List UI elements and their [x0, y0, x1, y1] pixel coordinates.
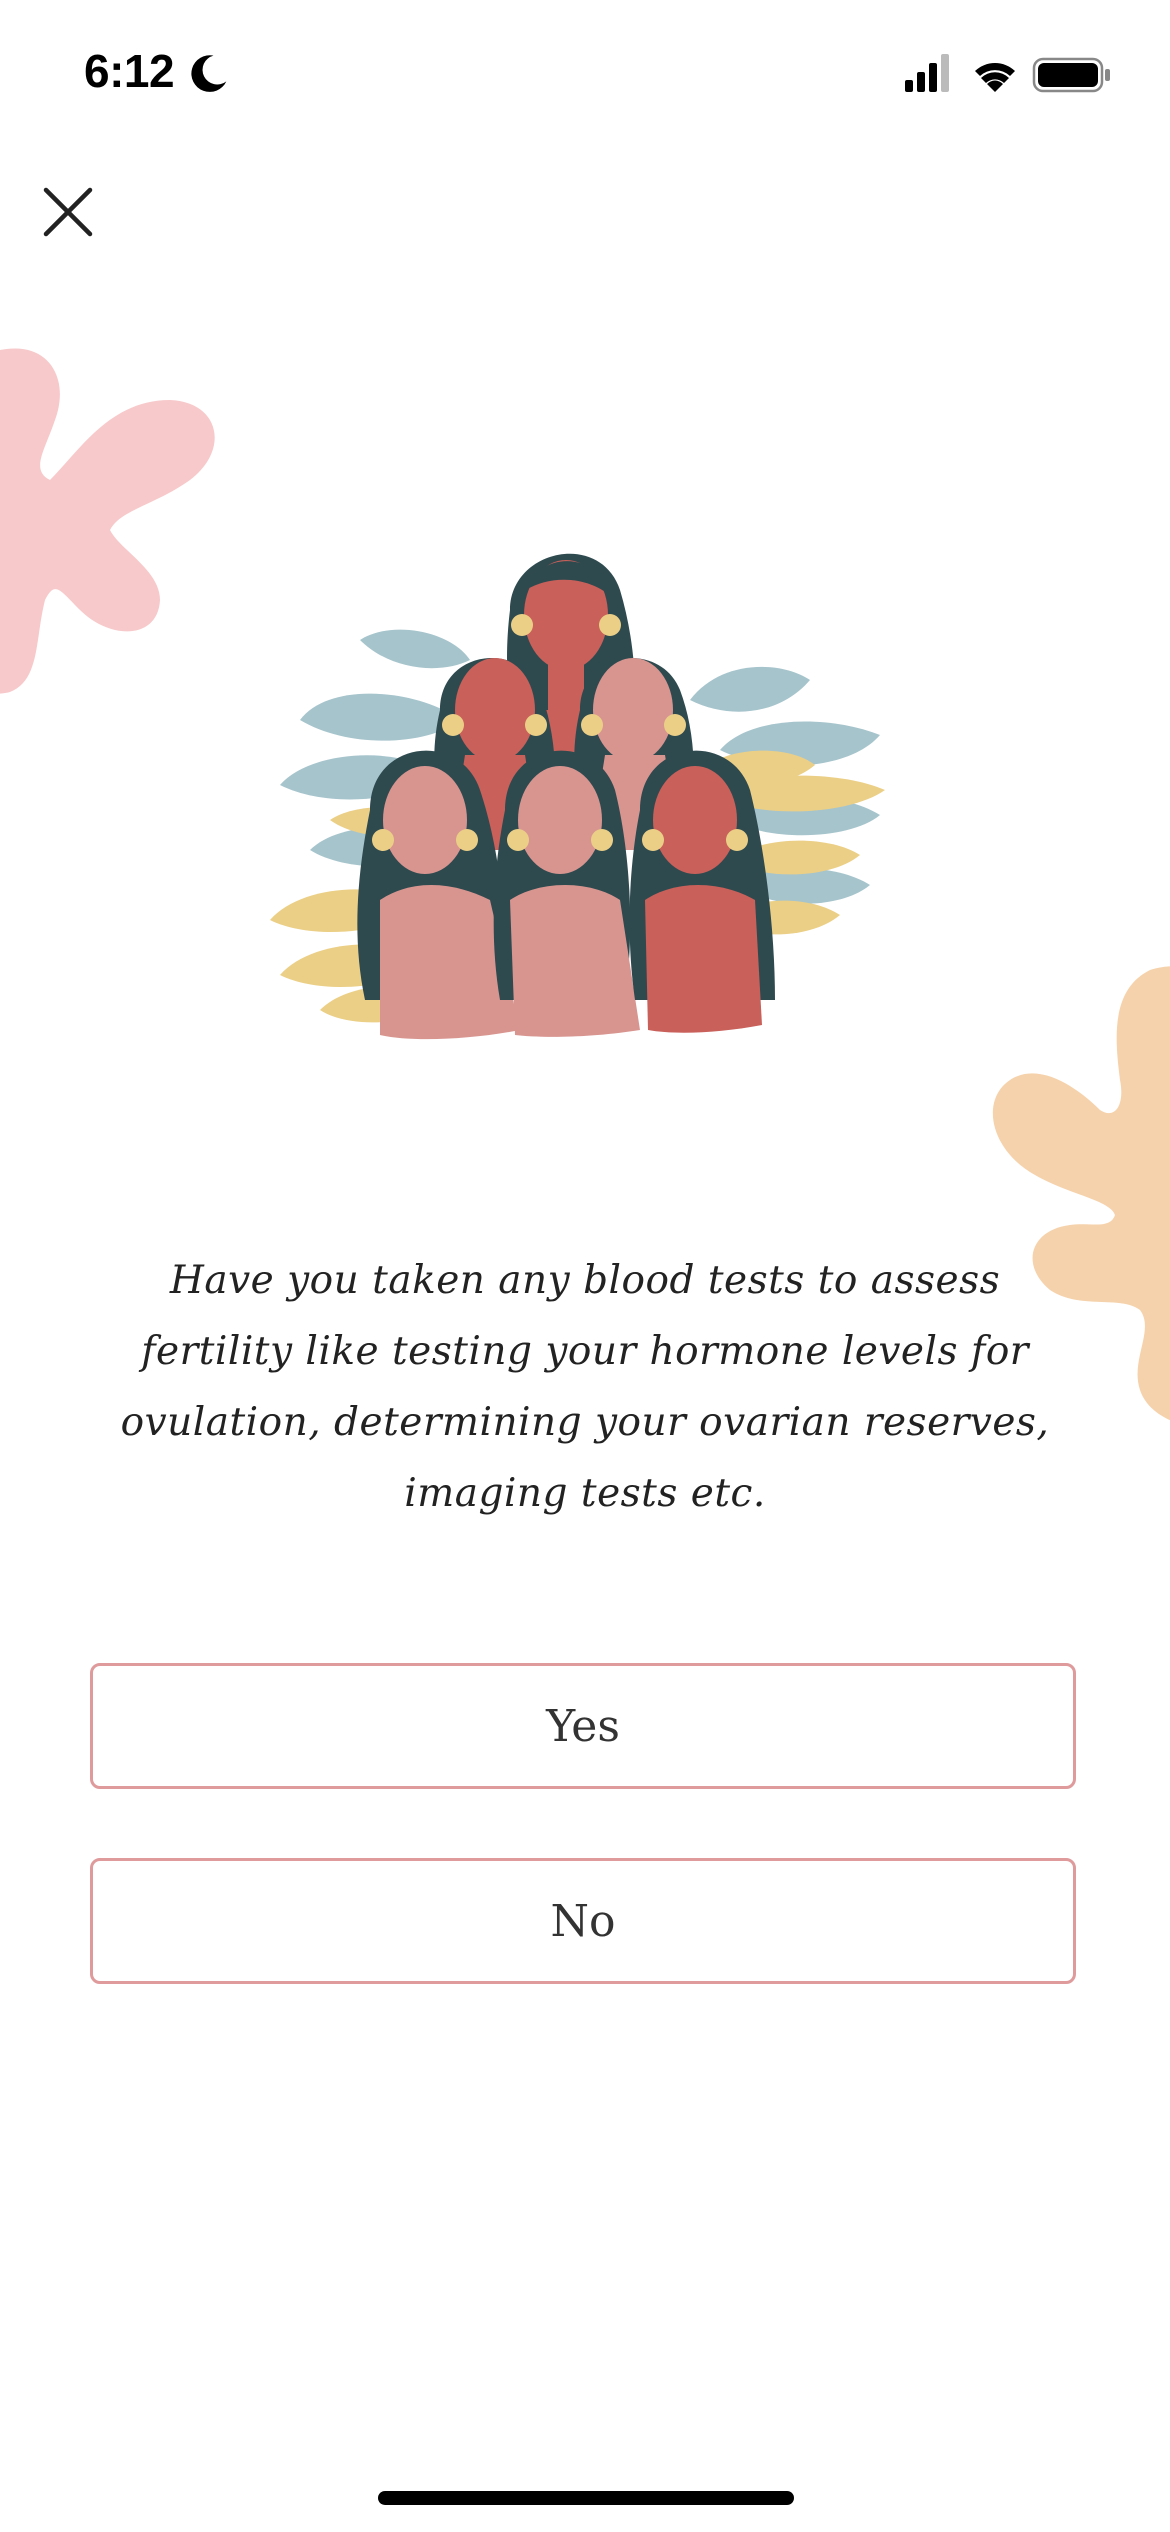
home-indicator[interactable] — [378, 2491, 794, 2505]
women-group-illustration — [270, 553, 885, 1040]
moon-icon — [191, 55, 227, 92]
no-button[interactable]: No — [90, 1858, 1076, 1984]
status-icons — [905, 54, 1110, 93]
wifi-icon — [975, 63, 1015, 92]
status-bar: 6:12 — [0, 0, 1170, 140]
question-text: Have you taken any blood tests to assess… — [120, 1258, 1050, 1516]
battery-icon — [1032, 57, 1110, 93]
decorative-blob-left — [0, 348, 215, 694]
cellular-signal-icon — [905, 54, 949, 92]
close-icon — [43, 187, 93, 237]
close-button[interactable] — [36, 180, 100, 244]
yes-button[interactable]: Yes — [90, 1663, 1076, 1789]
status-time: 6:12 — [84, 45, 175, 97]
